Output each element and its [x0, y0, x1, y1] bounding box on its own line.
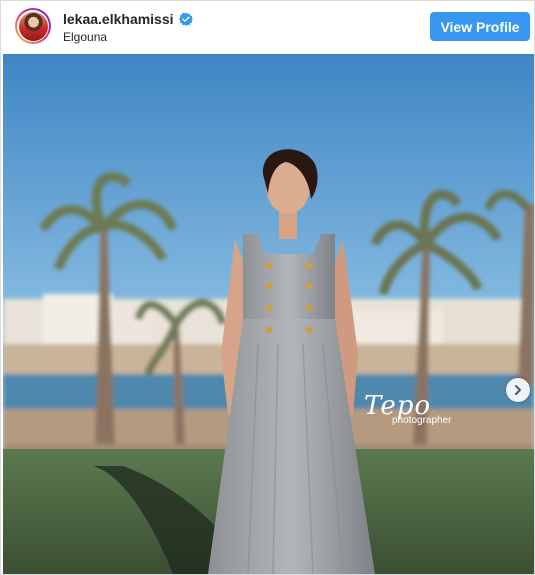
verified-badge-icon: [178, 12, 193, 26]
location-link[interactable]: Elgouna: [63, 30, 107, 44]
avatar[interactable]: [15, 8, 51, 44]
watermark-sub: photographer: [392, 415, 452, 426]
photo-scene: [3, 54, 534, 574]
username-link[interactable]: lekaa.elkhamissi: [63, 11, 193, 27]
view-profile-button[interactable]: View Profile: [430, 12, 530, 41]
avatar-image: [18, 11, 48, 41]
chevron-right-icon: [515, 385, 521, 395]
post-photo[interactable]: Tepo photographer: [3, 54, 534, 574]
photographer-watermark: Tepo photographer: [364, 393, 452, 426]
username-text: lekaa.elkhamissi: [63, 11, 174, 27]
post-embed-card: lekaa.elkhamissi Elgouna View Profile Te…: [0, 0, 535, 575]
next-photo-button[interactable]: [506, 378, 530, 402]
post-header: lekaa.elkhamissi Elgouna View Profile: [1, 1, 534, 53]
